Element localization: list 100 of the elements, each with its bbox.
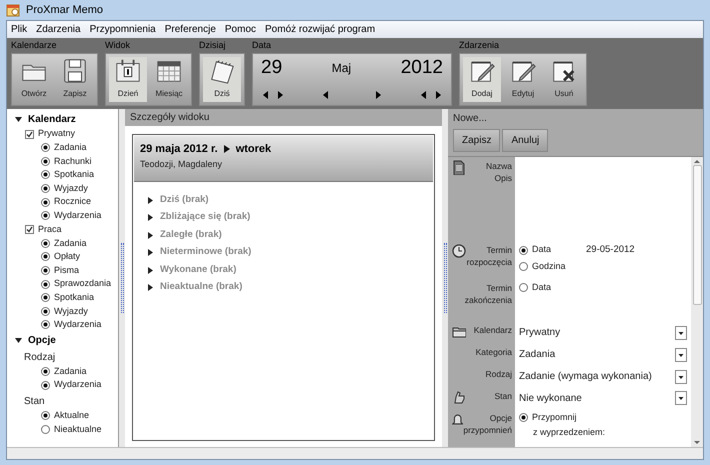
clock-icon [452,244,466,259]
radio-button[interactable] [519,413,528,422]
filter-toggle[interactable] [41,367,50,376]
form-button[interactable]: Anuluj [502,129,548,152]
menu-item[interactable]: Pomóż rozwijać program [265,22,376,37]
calendar-label: Prywatny [38,127,76,140]
radio-button[interactable] [519,246,528,255]
toolbar-button[interactable]: Dodaj [463,57,501,102]
day-value: 29 [261,58,282,78]
group-label: Zdarzenia [459,39,500,52]
menu-item[interactable]: Plik [11,22,28,37]
scroll-down-icon[interactable] [694,441,700,445]
expand-arrow-icon[interactable] [147,232,154,238]
filter-toggle[interactable] [41,280,50,289]
filter-toggle[interactable] [41,156,50,166]
menu-item[interactable]: Przypomnienia [90,22,156,37]
dropdown[interactable]: Prywatny [519,323,687,342]
dropdown[interactable]: Zadania [519,345,687,364]
menu-item[interactable]: Preferencje [164,22,216,37]
scroll-up-icon[interactable] [694,159,700,163]
window-title: ProXmar Memo [26,2,104,18]
filter-toggle[interactable] [41,238,50,248]
field-label: Opcje przypomnień [463,412,512,436]
filter-toggle[interactable] [41,293,50,302]
group-label: Rodzaj [24,350,56,365]
filter-label: Spotkania [54,168,94,182]
expand-arrow-icon[interactable] [147,214,154,221]
splitter-handle[interactable] [120,243,124,313]
toolbar-button[interactable]: Edytuj [504,57,542,102]
expand-arrow-icon[interactable] [147,249,154,256]
filter-toggle[interactable] [41,170,50,180]
splitter-handle[interactable] [444,243,446,313]
section-title[interactable]: Kalendarz [28,112,76,127]
next-arrow-icon[interactable] [276,90,285,100]
field-label: Nazwa [486,160,512,172]
radio-button[interactable] [519,262,528,272]
filter-label: Wyjazdy [54,304,88,318]
filter-toggle[interactable] [41,424,50,434]
field-label: Termin zakończenia [464,282,512,306]
next-arrow-icon[interactable] [434,90,443,100]
option-label: Data [532,243,552,256]
previous-arrow-icon[interactable] [261,90,270,100]
expand-arrow-icon[interactable] [147,266,154,274]
filter-toggle[interactable] [41,320,50,330]
toolbar-button[interactable]: Usuń [545,57,583,102]
checkbox[interactable] [25,130,34,138]
filter-toggle[interactable] [41,411,50,420]
option-label: Data [532,281,552,294]
group-label: Widok [105,39,132,52]
field-label: Kalendarz [474,324,512,336]
section-title[interactable]: Opcje [28,332,56,348]
previous-arrow-icon[interactable] [419,90,428,100]
toolbar-button[interactable]: Zapisz [56,57,94,102]
filter-label: Sprawozdania [54,277,112,290]
filter-toggle[interactable] [41,380,50,390]
bell-icon [452,412,464,427]
calendar-label: Praca [38,222,62,236]
scrollbar[interactable] [691,157,703,447]
filter-toggle[interactable] [41,306,50,316]
option-label: Godzina [532,260,567,274]
filter-toggle[interactable] [41,184,50,194]
document-icon [452,160,466,175]
toolbar-button[interactable]: Dziś [203,57,241,102]
filter-label: Wydarzenia [54,378,102,392]
filter-label: Zadania [54,364,87,378]
field-label: Opis [494,172,512,184]
menu-item[interactable]: Zdarzenia [36,22,81,37]
field-label: Stan [494,390,512,402]
filter-toggle[interactable] [41,252,50,262]
filter-toggle[interactable] [41,211,50,220]
toolbar-button[interactable]: Dzień [109,57,147,102]
checkbox[interactable] [25,225,34,234]
expand-arrow-icon[interactable] [147,284,154,291]
menu-item[interactable]: Pomoc [224,22,256,37]
app-icon [6,3,20,17]
filter-toggle[interactable] [41,198,50,207]
field-label: Rodzaj [486,368,512,380]
filter-toggle[interactable] [41,143,50,152]
panel-header: Szczegóły widoku [125,109,442,126]
expand-arrow-icon[interactable] [15,116,22,123]
toolbar-button[interactable]: Otwórz [15,57,53,102]
dropdown[interactable]: Zadanie (wymaga wykonania) [519,367,687,386]
dropdown[interactable]: Nie wykonane [519,388,687,408]
form-button[interactable]: Zapisz [453,129,500,152]
filter-label: Zadania [54,141,87,154]
filter-label: Wydarzenia [54,209,102,222]
scroll-thumb[interactable] [692,165,702,305]
toolbar-button[interactable]: Miesiąc [150,57,188,102]
field-label: Kategoria [476,346,512,358]
previous-arrow-icon[interactable] [321,90,330,100]
month-value: Maj [332,60,352,77]
date-title: 29 maja 2012 r. [140,142,218,157]
expand-arrow-icon[interactable] [15,336,22,344]
expand-arrow-icon[interactable] [147,196,154,204]
filter-toggle[interactable] [41,266,50,276]
filter-label: Rachunki [54,154,92,168]
field-label: Termin rozpoczęcia [466,244,512,268]
next-arrow-icon[interactable] [374,90,383,100]
radio-button[interactable] [519,283,528,292]
filter-label: Aktualne [54,408,90,422]
